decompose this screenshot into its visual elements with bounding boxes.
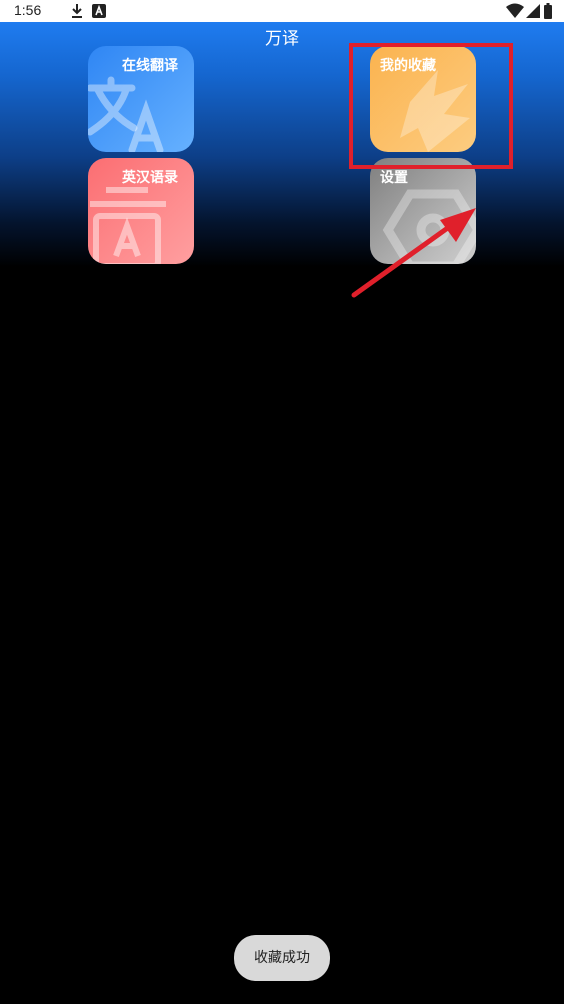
toast-message: 收藏成功: [234, 935, 330, 981]
tile-label: 设置: [380, 170, 408, 186]
header-background: [0, 22, 564, 267]
tile-settings[interactable]: 设置: [370, 158, 476, 264]
tile-my-favorites[interactable]: 我的收藏: [370, 46, 476, 152]
wifi-icon: [506, 3, 524, 23]
tile-label: 在线翻译: [122, 58, 178, 74]
status-time: 1:56: [14, 2, 42, 18]
battery-icon: [544, 3, 552, 23]
status-bar: 1:56: [0, 0, 564, 22]
tile-english-chinese-phrases[interactable]: 英汉语录: [88, 158, 194, 264]
tile-online-translate[interactable]: 在线翻译: [88, 46, 194, 152]
signal-icon: [526, 3, 540, 23]
font-a-icon: [92, 3, 106, 22]
tile-label: 英汉语录: [122, 170, 178, 186]
tile-label: 我的收藏: [380, 58, 436, 74]
download-icon: [70, 3, 84, 23]
app-title: 万译: [265, 29, 299, 49]
